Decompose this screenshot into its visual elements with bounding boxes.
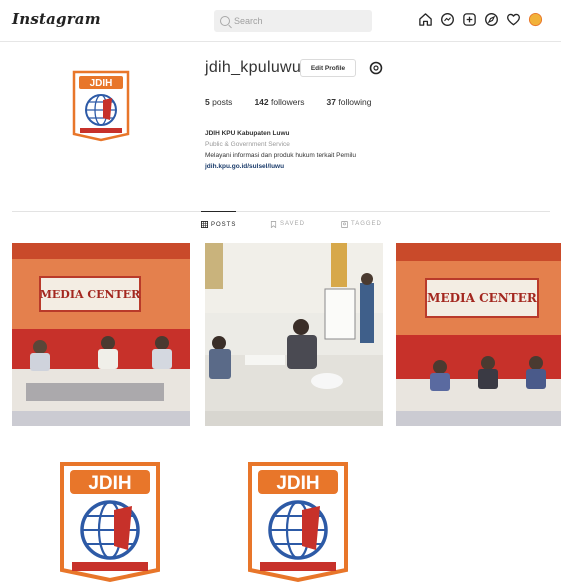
jdih-logo: JDIH (248, 462, 348, 583)
post-thumbnail[interactable]: MEDIA CENTER (12, 243, 190, 426)
instagram-logo[interactable]: Instagram (12, 10, 101, 28)
post-image-media-center: MEDIA CENTER (12, 243, 190, 426)
heart-icon[interactable] (506, 12, 521, 27)
post-banner-text: MEDIA CENTER (427, 291, 538, 305)
post-thumbnail[interactable]: MEDIA CENTER (396, 243, 561, 426)
posts-count: 5 (205, 97, 210, 107)
search-box[interactable] (214, 10, 372, 32)
following-count: 37 (326, 97, 337, 107)
profile-username: jdih_kpuluwu (205, 59, 302, 76)
bookmark-icon (270, 220, 277, 228)
followers-label: followers (271, 97, 305, 107)
following-label: following (338, 97, 372, 107)
bio-category: Public & Government Service (205, 141, 290, 148)
tag-person-icon (341, 220, 348, 228)
jdih-logo: JDIH (60, 462, 160, 583)
new-post-icon[interactable] (462, 12, 477, 27)
messenger-icon[interactable] (440, 12, 455, 27)
top-navigation-bar: Instagram (0, 0, 561, 42)
nav-icons (418, 12, 543, 27)
home-icon[interactable] (418, 12, 433, 27)
post-banner-text: MEDIA CENTER (40, 288, 141, 301)
tab-tagged[interactable]: TAGGED (341, 211, 382, 237)
search-icon (220, 16, 230, 26)
posts-stat: 5 posts (205, 97, 232, 107)
profile-bio: JDIH KPU Kabupaten Luwu Public & Governm… (205, 128, 465, 172)
profile-avatar-logo[interactable]: JDIH (70, 68, 132, 142)
search-input[interactable] (234, 16, 354, 26)
profile-stats: 5 posts 142 followers 37 following (205, 97, 393, 107)
grid-icon (201, 221, 208, 228)
following-stat[interactable]: 37 following (327, 97, 372, 107)
jdih-logo-text: JDIH (88, 473, 131, 494)
tab-posts[interactable]: POSTS (201, 211, 237, 237)
post-image-meeting-room (205, 243, 383, 426)
tab-saved-label: SAVED (280, 221, 305, 227)
tab-tagged-label: TAGGED (351, 221, 382, 227)
jdih-logo-text: JDIH (276, 473, 319, 494)
avatar-logo-text: JDIH (90, 78, 113, 89)
bio-description: Melayani informasi dan produk hukum terk… (205, 152, 357, 159)
profile-tabs: POSTS SAVED TAGGED (0, 211, 561, 237)
post-image-media-center: MEDIA CENTER (396, 243, 561, 426)
profile-avatar[interactable] (528, 12, 543, 27)
explore-icon[interactable] (484, 12, 499, 27)
tab-saved[interactable]: SAVED (270, 211, 305, 237)
bio-link[interactable]: jdih.kpu.go.id/sulsel/luwu (205, 161, 465, 172)
edit-profile-button[interactable]: Edit Profile (300, 59, 356, 77)
posts-label: posts (212, 97, 233, 107)
post-thumbnail[interactable] (205, 243, 383, 426)
bio-name: JDIH KPU Kabupaten Luwu (205, 130, 290, 137)
settings-gear-icon[interactable] (368, 60, 384, 76)
followers-count: 142 (254, 97, 269, 107)
tab-posts-label: POSTS (211, 221, 237, 228)
followers-stat[interactable]: 142 followers (254, 97, 304, 107)
